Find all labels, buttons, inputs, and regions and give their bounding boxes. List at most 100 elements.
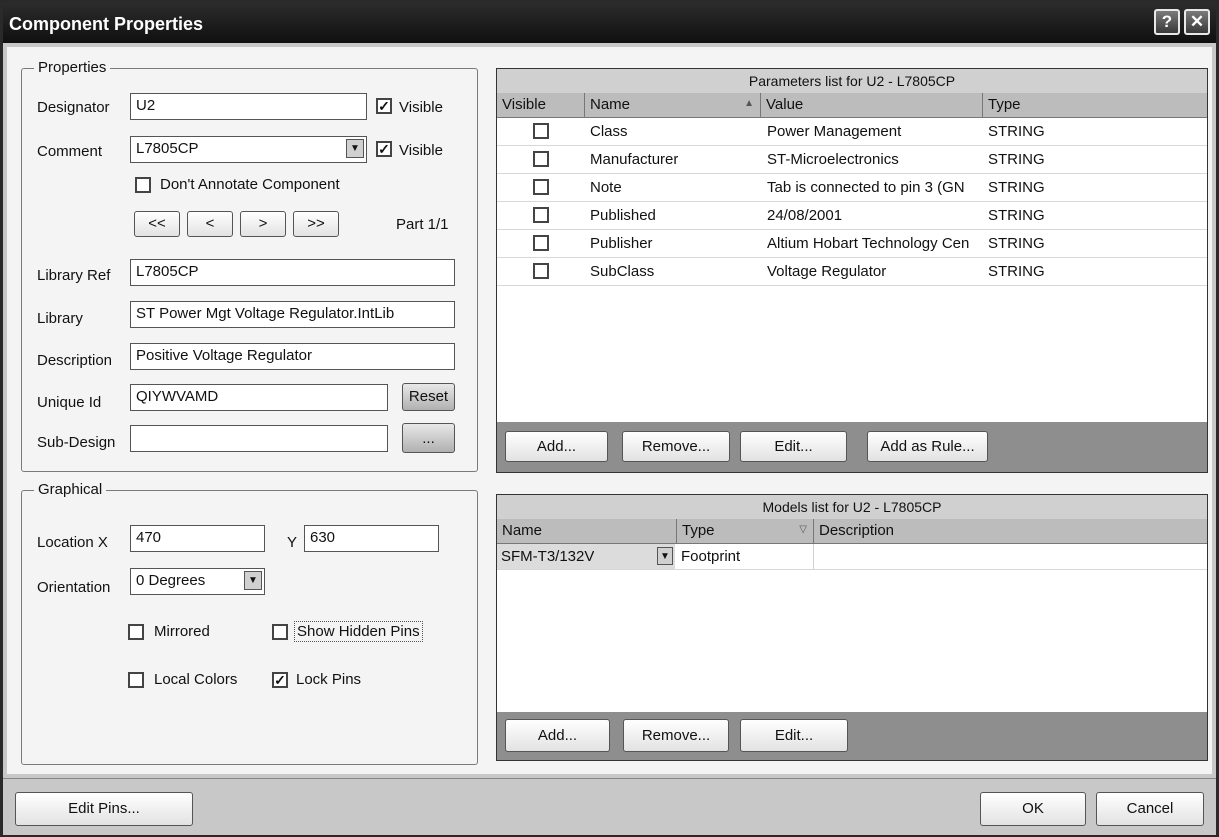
dont-annotate-checkbox[interactable]: [135, 177, 151, 193]
help-button[interactable]: ?: [1154, 9, 1180, 35]
ok-button[interactable]: OK: [980, 792, 1086, 826]
orientation-select[interactable]: 0 Degrees ▼: [130, 568, 265, 595]
library-ref-input[interactable]: L7805CP: [130, 259, 455, 286]
next-part-button[interactable]: >: [240, 211, 286, 237]
lock-pins-checkbox[interactable]: ✓: [272, 672, 288, 688]
show-hidden-pins-checkbox[interactable]: [272, 624, 288, 640]
parameter-visible-checkbox[interactable]: [533, 207, 549, 223]
mirrored-checkbox[interactable]: [128, 624, 144, 640]
models-table: SFM-T3/132V ▼ Footprint: [497, 544, 1207, 712]
first-part-button[interactable]: <<: [134, 211, 180, 237]
library-input[interactable]: ST Power Mgt Voltage Regulator.IntLib: [130, 301, 455, 328]
graphical-legend: Graphical: [34, 481, 107, 498]
parameter-name: Publisher: [590, 235, 653, 252]
parameters-table: Class Power Management STRING Manufactur…: [497, 118, 1207, 422]
last-part-button[interactable]: >>: [293, 211, 339, 237]
designator-visible-checkbox[interactable]: ✓: [376, 98, 392, 114]
location-y-input[interactable]: 630: [304, 525, 439, 552]
sub-design-label: Sub-Design: [37, 434, 116, 451]
local-colors-label: Local Colors: [154, 671, 238, 688]
sub-design-browse-button[interactable]: ...: [402, 423, 455, 453]
chevron-down-icon[interactable]: ▼: [244, 571, 262, 590]
parameter-name: Manufacturer: [590, 151, 679, 168]
comment-select[interactable]: L7805CP ▼: [130, 136, 367, 163]
parameter-type: STRING: [988, 263, 1045, 280]
comment-visible-checkbox[interactable]: ✓: [376, 141, 392, 157]
filter-icon: ▽: [799, 524, 807, 535]
show-hidden-pins-label: Show Hidden Pins: [294, 621, 423, 642]
chevron-down-icon[interactable]: ▼: [346, 139, 364, 158]
model-type-column-header[interactable]: Type ▽: [677, 519, 814, 544]
edit-parameter-button[interactable]: Edit...: [740, 431, 847, 462]
library-ref-label: Library Ref: [37, 267, 111, 284]
sort-ascending-icon: ▲: [744, 98, 754, 109]
location-x-label: Location X: [37, 534, 108, 551]
type-column-header[interactable]: Type: [983, 93, 1207, 118]
table-row[interactable]: SubClass Voltage Regulator STRING: [497, 258, 1207, 286]
edit-pins-button[interactable]: Edit Pins...: [15, 792, 193, 826]
models-title: Models list for U2 - L7805CP: [497, 495, 1207, 520]
close-button[interactable]: ✕: [1184, 9, 1210, 35]
parameters-panel: Parameters list for U2 - L7805CP Visible…: [496, 68, 1208, 473]
remove-parameter-button[interactable]: Remove...: [622, 431, 730, 462]
check-icon: ✓: [274, 672, 286, 688]
model-description-column-header[interactable]: Description: [814, 519, 1207, 544]
edit-model-button[interactable]: Edit...: [740, 719, 848, 752]
reset-button[interactable]: Reset: [402, 383, 455, 411]
parameter-visible-checkbox[interactable]: [533, 263, 549, 279]
add-as-rule-button[interactable]: Add as Rule...: [867, 431, 988, 462]
model-name-cell[interactable]: SFM-T3/132V ▼: [497, 544, 675, 569]
parameter-visible-checkbox[interactable]: [533, 179, 549, 195]
parameter-type: STRING: [988, 151, 1045, 168]
parameter-visible-checkbox[interactable]: [533, 151, 549, 167]
description-input[interactable]: Positive Voltage Regulator: [130, 343, 455, 370]
parameter-visible-checkbox[interactable]: [533, 123, 549, 139]
value-column-header[interactable]: Value: [761, 93, 983, 118]
sub-design-input[interactable]: [130, 425, 388, 452]
previous-part-button[interactable]: <: [187, 211, 233, 237]
footer-bar: Edit Pins... OK Cancel: [3, 778, 1216, 835]
table-row[interactable]: Class Power Management STRING: [497, 118, 1207, 146]
unique-id-label: Unique Id: [37, 394, 102, 411]
lock-pins-label: Lock Pins: [296, 671, 362, 688]
table-row[interactable]: Publisher Altium Hobart Technology Cen S…: [497, 230, 1207, 258]
table-row[interactable]: Manufacturer ST-Microelectronics STRING: [497, 146, 1207, 174]
table-row[interactable]: SFM-T3/132V ▼ Footprint: [497, 544, 1207, 570]
dialog-content: Properties Designator U2 ✓ Visible Comme…: [7, 47, 1212, 774]
chevron-down-icon[interactable]: ▼: [657, 547, 673, 565]
add-model-button[interactable]: Add...: [505, 719, 610, 752]
add-parameter-button[interactable]: Add...: [505, 431, 608, 462]
parameter-visible-checkbox[interactable]: [533, 235, 549, 251]
orientation-value: 0 Degrees: [136, 572, 206, 589]
parameter-name: Class: [590, 123, 628, 140]
parameter-value: Altium Hobart Technology Cen: [767, 235, 970, 252]
designator-input[interactable]: U2: [130, 93, 367, 120]
remove-model-button[interactable]: Remove...: [623, 719, 729, 752]
table-row[interactable]: Published 24/08/2001 STRING: [497, 202, 1207, 230]
properties-group: Properties Designator U2 ✓ Visible Comme…: [21, 59, 478, 472]
name-column-header[interactable]: Name ▲: [585, 93, 761, 118]
visible-column-header[interactable]: Visible: [497, 93, 585, 118]
local-colors-checkbox[interactable]: [128, 672, 144, 688]
dialog-title: Component Properties: [9, 14, 204, 34]
location-y-label: Y: [287, 534, 298, 551]
table-row[interactable]: Note Tab is connected to pin 3 (GN STRIN…: [497, 174, 1207, 202]
comment-label: Comment: [37, 143, 103, 160]
parameter-value: Tab is connected to pin 3 (GN: [767, 179, 965, 196]
name-column-label: Name: [590, 96, 631, 113]
location-x-input[interactable]: 470: [130, 525, 265, 552]
model-name-column-header[interactable]: Name: [497, 519, 677, 544]
model-type: Footprint: [681, 548, 741, 565]
graphical-group: Graphical Location X 470 Y 630 Orientati…: [21, 481, 478, 765]
cancel-button[interactable]: Cancel: [1096, 792, 1204, 826]
models-panel: Models list for U2 - L7805CP Name Type ▽…: [496, 494, 1208, 761]
mirrored-label: Mirrored: [154, 623, 210, 640]
parameter-type: STRING: [988, 123, 1045, 140]
comment-visible-label: Visible: [399, 142, 443, 159]
unique-id-input[interactable]: QIYWVAMD: [130, 384, 388, 411]
library-label: Library: [37, 310, 83, 327]
check-icon: ✓: [378, 98, 390, 114]
dont-annotate-label: Don't Annotate Component: [160, 176, 340, 193]
parameter-value: Voltage Regulator: [767, 263, 887, 280]
parameter-name: SubClass: [590, 263, 655, 280]
